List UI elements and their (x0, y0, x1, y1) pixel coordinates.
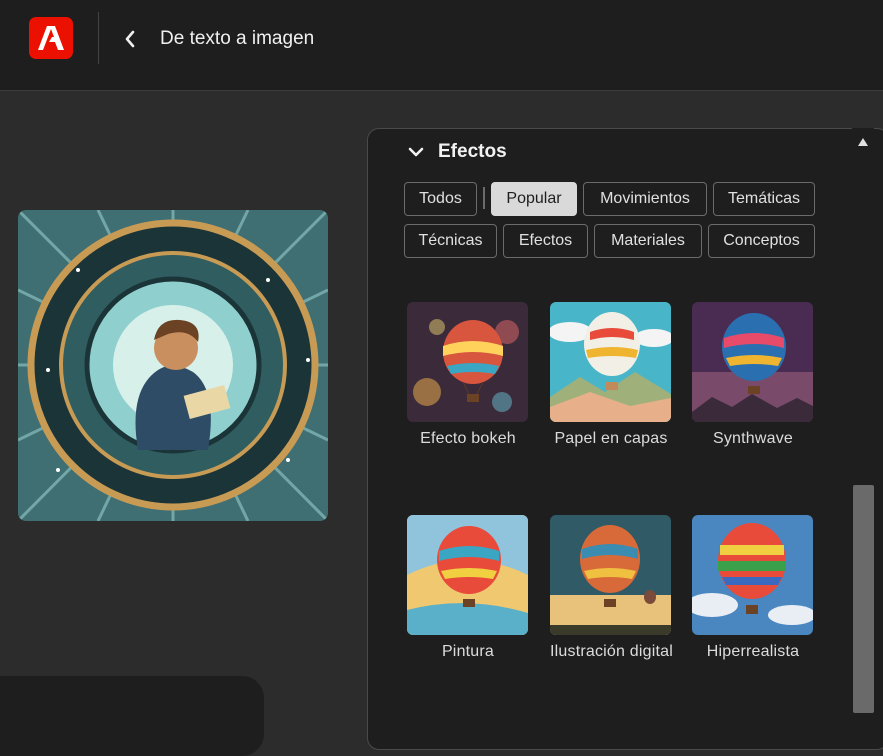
adobe-firefly-logo-icon[interactable] (29, 17, 73, 59)
effects-panel: Efectos Todos Popular Movimientos Temáti… (367, 128, 883, 750)
bottom-panel (0, 676, 264, 756)
effect-thumbnail (550, 515, 671, 635)
effect-thumbnail (407, 302, 528, 422)
effect-thumbnail (550, 302, 671, 422)
chip-divider (483, 187, 485, 209)
effect-label: Efecto bokeh (420, 430, 516, 447)
filter-chip-movimientos[interactable]: Movimientos (583, 182, 707, 216)
filter-chip-todos[interactable]: Todos (404, 182, 477, 216)
effect-card-bokeh[interactable]: Efecto bokeh (407, 302, 529, 448)
effect-card-papel-en-capas[interactable]: Papel en capas (550, 302, 672, 448)
effect-thumbnail (407, 515, 528, 635)
effect-card-ilustracion-digital[interactable]: Ilustración digital (550, 515, 673, 661)
filter-chip-conceptos[interactable]: Conceptos (708, 224, 815, 258)
generated-image-preview[interactable] (18, 210, 328, 521)
effect-label: Ilustración digital (550, 643, 673, 660)
chevron-down-icon (408, 147, 424, 157)
effect-thumbnail (692, 515, 813, 635)
effect-card-pintura[interactable]: Pintura (407, 515, 529, 661)
effect-label: Synthwave (712, 430, 794, 447)
header-divider (98, 12, 99, 64)
effect-thumbnail (692, 302, 813, 422)
filter-chip-popular[interactable]: Popular (491, 182, 577, 216)
top-bar: De texto a imagen (0, 0, 883, 91)
scroll-up-button[interactable] (855, 135, 871, 149)
filter-chip-tematicas[interactable]: Temáticas (713, 182, 815, 216)
effect-card-synthwave[interactable]: Synthwave (692, 302, 814, 448)
effects-section-toggle[interactable]: Efectos (408, 141, 507, 163)
effect-label: Hiperrealista (706, 643, 800, 660)
filter-chip-materiales[interactable]: Materiales (594, 224, 702, 258)
scrollbar-thumb[interactable] (853, 485, 874, 713)
section-title: Efectos (438, 141, 507, 162)
effect-label: Pintura (441, 643, 495, 660)
page-title: De texto a imagen (160, 28, 315, 49)
effect-card-hiperrealista[interactable]: Hiperrealista (692, 515, 814, 661)
filter-chip-efectos[interactable]: Efectos (503, 224, 588, 258)
triangle-up-icon (858, 138, 868, 146)
effect-label: Papel en capas (554, 430, 668, 447)
chevron-left-icon (125, 30, 135, 48)
back-button[interactable] (118, 26, 142, 52)
filter-chip-tecnicas[interactable]: Técnicas (404, 224, 497, 258)
